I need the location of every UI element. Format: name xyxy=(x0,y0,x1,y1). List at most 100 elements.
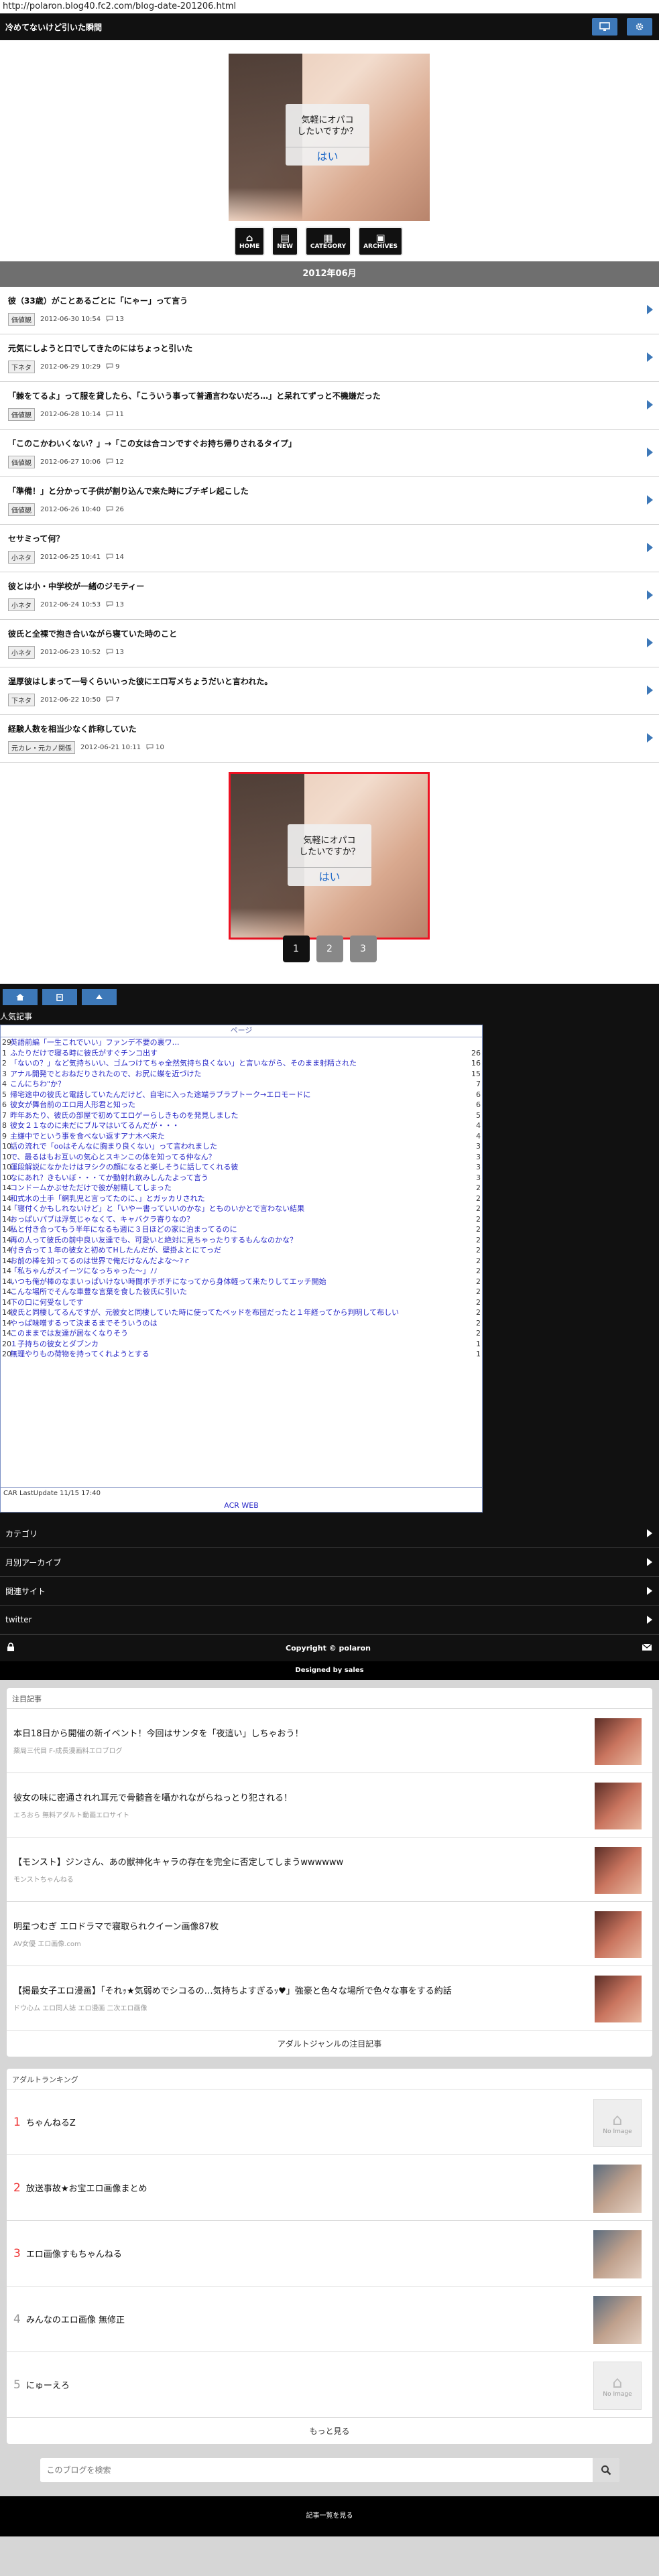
article-title[interactable]: 彼（33歳）がことあるごとに「にゃー」って言う xyxy=(8,295,639,307)
home-icon[interactable] xyxy=(3,989,38,1005)
article-category[interactable]: 価値観 xyxy=(8,456,35,468)
article-title[interactable]: 彼氏と全裸で抱き合いながら寝ていた時のこと xyxy=(8,628,639,640)
featured-item[interactable]: 本日18日から開催の新イベント！今回はサンタを「夜這い」しちゃおう！ 薬局三代目 … xyxy=(7,1708,652,1773)
ranking-row[interactable]: 14 コンドームかぶせただけで彼が射精してしまった 2 xyxy=(1,1183,482,1194)
article-category[interactable]: 下ネタ xyxy=(8,361,35,373)
article-category[interactable]: 小ネタ xyxy=(8,598,35,611)
adult-ranking-item[interactable]: 1 ちゃんねるZ ⌂ No Image xyxy=(7,2089,652,2154)
ranking-row[interactable]: 14 「寝付くかもしれないけど」と「いやー書っていいのかな」とものいかとで言わない… xyxy=(1,1204,482,1214)
page-2-button[interactable]: 2 xyxy=(316,936,343,962)
ranking-title-link[interactable]: 彼氏と同棲してるんですが、元彼女と同棲していた時に使ってたベッドを布団だったと１… xyxy=(10,1307,463,1318)
featured-thumbnail[interactable] xyxy=(595,1718,642,1765)
featured-more-link[interactable]: アダルトジャンルの注目記事 xyxy=(7,2030,652,2057)
ranking-row[interactable]: 14 「私ちゃんがスイーツになっちゃった〜」ﾉﾉ 2 xyxy=(1,1266,482,1277)
article-item[interactable]: 「準備！」と分かって子供が割り込んで来た時にブチギレ起こした 価値観 2012-06… xyxy=(0,477,659,525)
article-category[interactable]: 価値観 xyxy=(8,503,35,516)
ranking-title-link[interactable]: 昨年あたり、彼氏の部屋で初めてエロゲーらしきものを発見しました xyxy=(10,1110,463,1121)
featured-title[interactable]: 【掲最女子エロ漫画】「それｯ★気弱めでシコるの…気持ちよすぎるｯ♥」強豪と色々な… xyxy=(13,1985,585,1998)
adult-ranking-item[interactable]: 2 放送事故★お宝エロ画像まとめ xyxy=(7,2154,652,2220)
adult-ranking-item[interactable]: 5 にゅーえろ ⌂ No Image xyxy=(7,2352,652,2417)
ranking-row[interactable]: 10 運段解説になかたけはヲシクの顔になると楽しそうに話してくれる彼 3 xyxy=(1,1162,482,1173)
adult-ranking-item[interactable]: 4 みんなのエロ画像 無修正 xyxy=(7,2286,652,2352)
featured-title[interactable]: 本日18日から開催の新イベント！今回はサンタを「夜這い」しちゃおう！ xyxy=(13,1728,585,1741)
ranking-row[interactable]: 7 昨年あたり、彼氏の部屋で初めてエロゲーらしきものを発見しました 5 xyxy=(1,1110,482,1121)
ranking-title-link[interactable]: 再の人って彼氏の前中良い友達でも、可愛いと絶対に見ちゃったりするもんなのかな？ xyxy=(10,1235,463,1246)
article-category[interactable]: 元カレ・元カノ関係 xyxy=(8,741,75,754)
article-category[interactable]: 小ネタ xyxy=(8,551,35,564)
ranking-row[interactable]: 14 やっぱ味噌するって決まるまでそういうのは 2 xyxy=(1,1318,482,1329)
ranking-title-link[interactable]: ふたりだけで寝る時に彼氏がすぐチンコ出す xyxy=(10,1048,463,1059)
featured-item[interactable]: 彼女の味に密通されれ耳元で骨髄音を囁かれながらねっとり犯される！ エろおら 無料ア… xyxy=(7,1773,652,1837)
sidebar-item-archive[interactable]: 月別アーカイブ xyxy=(0,1548,659,1577)
ranking-row[interactable]: 20 １子持ちの彼女とダブンカ 1 xyxy=(1,1339,482,1350)
ranking-title-link[interactable]: 「ないの？」など気持ちいい、ゴムつけてちゃ全然気持ち良くない」と言いながら、その… xyxy=(10,1058,463,1069)
ranking-row[interactable]: 10 話の流れで「ooはそんなに胸まり良くない」って言われました 3 xyxy=(1,1141,482,1152)
hero-ad-image[interactable]: 気軽にオパコ したいですか？ はい xyxy=(229,54,430,221)
ranking-ad-link[interactable]: ACR WEB xyxy=(1,1500,482,1512)
featured-item[interactable]: 【モンスト】ジンさん、あの獣神化キャラの存在を完全に否定してしまうwwwwww モ… xyxy=(7,1837,652,1901)
featured-item[interactable]: 明星つむぎ エロドラマで寝取られクイーン画像87枚 AV女優 エロ画像.com xyxy=(7,1901,652,1966)
ranking-row[interactable]: 14 再の人って彼氏の前中良い友達でも、可愛いと絶対に見ちゃったりするもんなのかな… xyxy=(1,1235,482,1246)
ranking-row[interactable]: 14 このままでは友達が居なくなりそう 2 xyxy=(1,1328,482,1339)
no-image-placeholder[interactable]: ⌂ No Image xyxy=(593,2362,642,2410)
ranking-row[interactable]: 10 で、最るはもお互いの気心とスキンこの体を知ってる仲なん？ 3 xyxy=(1,1152,482,1163)
bottom-ad-image[interactable]: 気軽にオパコ したいですか？ はい xyxy=(229,772,430,942)
search-button[interactable] xyxy=(592,2458,619,2482)
adult-ranking-title[interactable]: 放送事故★お宝エロ画像まとめ xyxy=(26,2181,147,2194)
article-title[interactable]: 元気にしようと口でしてきたのにはちょっと引いた xyxy=(8,342,639,355)
ranking-title-link[interactable]: 主嫌中でという事を食べない返すアナ木べ来た xyxy=(10,1131,463,1142)
article-title[interactable]: 温厚彼はしまって一号くらいいった彼にエロ写メちょうだいと言われた。 xyxy=(8,675,639,688)
ranking-row[interactable]: 14 和式水の土手「網乳児と言ってたのに、」とガッカリされた 2 xyxy=(1,1194,482,1204)
page-3-button[interactable]: 3 xyxy=(349,936,377,962)
ranking-title-link[interactable]: こんな場所でそんな車豊な言葉を食した彼氏に引いた xyxy=(10,1287,463,1297)
age-dialog-yes-button[interactable]: はい xyxy=(286,147,369,166)
ranking-title-link[interactable]: アナル開発でとおねだりされたので、お尻に蝶を近づけた xyxy=(10,1069,463,1080)
ranking-title-link[interactable]: 帰宅途中の彼氏と電話していたんだけど、自宅に入った途端ラブラブトーク→エロモード… xyxy=(10,1090,463,1100)
nav-category-button[interactable]: ▦ CATEGORY xyxy=(304,227,352,256)
mail-icon[interactable] xyxy=(642,1643,652,1653)
ranking-title-link[interactable]: 英語前編「一生これでいい」ファンデ不要の裏ワ… xyxy=(10,1037,463,1048)
adult-ranking-thumbnail[interactable] xyxy=(593,2296,642,2344)
age-dialog-yes-button-2[interactable]: はい xyxy=(288,867,371,886)
ranking-row[interactable]: 8 彼女２１なのに未だにブルマはいてるんだが・・・ 4 xyxy=(1,1120,482,1131)
ranking-row[interactable]: 14 いつも俺が棒のなまいっぱいけない時間ボチボチになってから身体軽って来たりして… xyxy=(1,1277,482,1287)
ranking-title-link[interactable]: 運段解説になかたけはヲシクの顔になると楽しそうに話してくれる彼 xyxy=(10,1162,463,1173)
ranking-title-link[interactable]: 「寝付くかもしれないけど」と「いやー書っていいのかな」とものいかとで言わない結果 xyxy=(10,1204,463,1214)
article-title[interactable]: 「準備！」と分かって子供が割り込んで来た時にブチギレ起こした xyxy=(8,485,639,497)
ranking-row[interactable]: 4 こんにちわ"か？ 7 xyxy=(1,1079,482,1090)
ranking-title-link[interactable]: １子持ちの彼女とダブンカ xyxy=(10,1339,463,1350)
ranking-title-link[interactable]: 無理やりもの荷物を持ってくれようとする xyxy=(10,1349,463,1360)
up-icon[interactable] xyxy=(82,989,117,1005)
ranking-title-link[interactable]: で、最るはもお互いの気心とスキンこの体を知ってる仲なん？ xyxy=(10,1152,463,1163)
article-item[interactable]: 温厚彼はしまって一号くらいいった彼にエロ写メちょうだいと言われた。 下ネタ 2012… xyxy=(0,667,659,715)
ranking-row[interactable]: 14 私と付き合ってもう半年になるも週に３日ほどの家に泊まってるのに 2 xyxy=(1,1224,482,1235)
ranking-row[interactable]: 6 彼女が舞台前のエロ用人形君と知った 6 xyxy=(1,1100,482,1110)
ranking-title-link[interactable]: 彼女２１なのに未だにブルマはいてるんだが・・・ xyxy=(10,1120,463,1131)
ranking-row[interactable]: 29 英語前編「一生これでいい」ファンデ不要の裏ワ… xyxy=(1,1037,482,1048)
ranking-title-link[interactable]: なにあれ？きもいぼ・・・てか動射れ飲みしんたよって言う xyxy=(10,1173,463,1183)
ranking-row[interactable]: 14 おっぱいパブは浮気じゃなくて、キャバクラ寄りなの？ 2 xyxy=(1,1214,482,1225)
article-title[interactable]: セサミって何？ xyxy=(8,533,639,545)
ranking-title-link[interactable]: 私と付き合ってもう半年になるも週に３日ほどの家に泊まってるのに xyxy=(10,1224,463,1235)
featured-title[interactable]: 明星つむぎ エロドラマで寝取られクイーン画像87枚 xyxy=(13,1921,585,1934)
ranking-row[interactable]: 20 無理やりもの荷物を持ってくれようとする 1 xyxy=(1,1349,482,1360)
article-title[interactable]: 彼とは小・中学校が一緒のジモティー xyxy=(8,580,639,592)
monitor-icon[interactable] xyxy=(592,18,617,36)
browser-url-bar[interactable]: http://polaron.blog40.fc2.com/blog-date-… xyxy=(0,0,659,13)
ranking-row[interactable]: 14 こんな場所でそんな車豊な言葉を食した彼氏に引いた 2 xyxy=(1,1287,482,1297)
adult-ranking-title[interactable]: みんなのエロ画像 無修正 xyxy=(26,2313,125,2325)
adult-ranking-title[interactable]: にゅーえろ xyxy=(26,2378,70,2391)
ranking-row[interactable]: 5 帰宅途中の彼氏と電話していたんだけど、自宅に入った途端ラブラブトーク→エロモー… xyxy=(1,1090,482,1100)
ranking-row[interactable]: 14 お前の棒を知ってるのは世界で俺だけなんだよな〜?ｒ 2 xyxy=(1,1256,482,1267)
featured-thumbnail[interactable] xyxy=(595,1911,642,1958)
featured-title[interactable]: 【モンスト】ジンさん、あの獣神化キャラの存在を完全に否定してしまうwwwwww xyxy=(13,1856,585,1870)
article-title[interactable]: 「棘をてるよ」って服を貸したら、「こういう事って普通言わないだろ…」と呆れてずっ… xyxy=(8,390,639,402)
ranking-title-link[interactable]: このままでは友達が居なくなりそう xyxy=(10,1328,463,1339)
article-item[interactable]: 彼（33歳）がことあるごとに「にゃー」って言う 価値観 2012-06-30 10:… xyxy=(0,287,659,334)
gear-icon[interactable] xyxy=(627,18,652,36)
article-title[interactable]: 経験人数を相当少なく詐称していた xyxy=(8,723,639,735)
ranking-title-link[interactable]: 彼女が舞台前のエロ用人形君と知った xyxy=(10,1100,463,1110)
adult-ranking-thumbnail[interactable] xyxy=(593,2230,642,2278)
lock-icon[interactable] xyxy=(7,1643,15,1654)
article-item[interactable]: セサミって何？ 小ネタ 2012-06-25 10:41 14 xyxy=(0,525,659,572)
